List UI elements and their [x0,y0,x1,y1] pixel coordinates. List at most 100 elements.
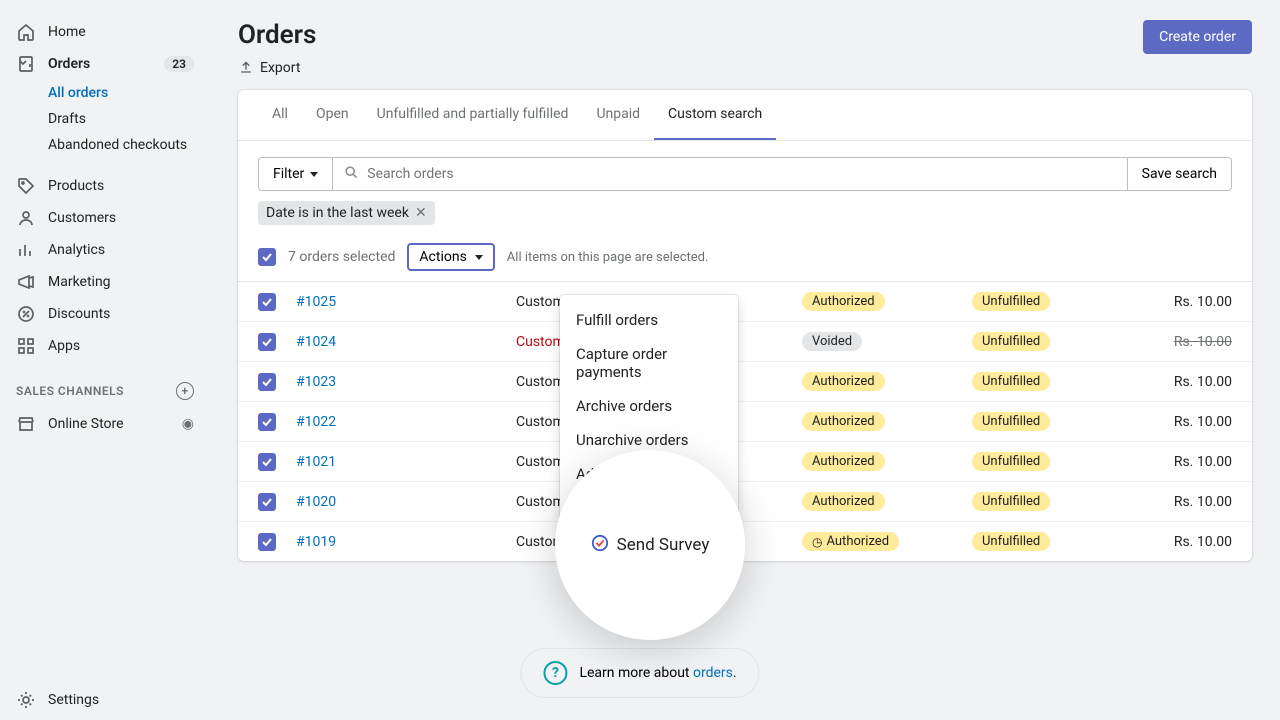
discount-icon [16,304,36,324]
row-checkbox[interactable] [258,453,276,471]
tab-open[interactable]: Open [302,90,363,140]
megaphone-icon [16,272,36,292]
tab-all[interactable]: All [258,90,302,140]
nav-marketing-label: Marketing [48,274,111,290]
fulfillment-status: Unfulfilled [972,292,1050,311]
nav-settings[interactable]: Settings [0,680,210,720]
table-row[interactable]: #1019CustomerAuthorizedUnfulfilledRs. 10… [238,522,1252,561]
nav-products[interactable]: Products [0,170,210,202]
order-amount: Rs. 10.00 [1142,494,1232,510]
learn-more-link[interactable]: orders [693,665,733,681]
sub-abandoned[interactable]: Abandoned checkouts [0,132,210,158]
order-id[interactable]: #1022 [296,414,366,430]
chip-remove-icon[interactable]: ✕ [415,205,427,221]
tab-unpaid[interactable]: Unpaid [582,90,654,140]
order-amount: Rs. 10.00 [1142,334,1232,350]
search-box[interactable] [333,157,1126,191]
order-id[interactable]: #1024 [296,334,366,350]
table-row[interactable]: #1025CustomerAuthorizedUnfulfilledRs. 10… [238,282,1252,322]
export-icon [238,60,254,76]
row-checkbox[interactable] [258,293,276,311]
row-checkbox[interactable] [258,373,276,391]
fulfillment-status: Unfulfilled [972,332,1050,351]
table-row[interactable]: #1022CustomerAuthorizedUnfulfilledRs. 10… [238,402,1252,442]
nav-customers-label: Customers [48,210,116,226]
order-amount: Rs. 10.00 [1142,534,1232,550]
nav-analytics-label: Analytics [48,242,105,258]
nav-analytics[interactable]: Analytics [0,234,210,266]
order-id[interactable]: #1020 [296,494,366,510]
zoom-bubble: Send Survey [555,450,745,640]
nav-online-store[interactable]: Online Store ◉ [0,408,210,440]
dropdown-archive[interactable]: Archive orders [560,389,738,423]
table-row[interactable]: #1024CustomerVoidedUnfulfilledRs. 10.00 [238,322,1252,362]
apps-icon [16,336,36,356]
order-id[interactable]: #1023 [296,374,366,390]
fulfillment-status: Unfulfilled [972,372,1050,391]
nav-settings-label: Settings [48,692,99,708]
fulfillment-status: Unfulfilled [972,532,1050,551]
row-checkbox[interactable] [258,533,276,551]
tab-unfulfilled[interactable]: Unfulfilled and partially fulfilled [363,90,583,140]
sales-channels-header: SALES CHANNELS + [0,362,210,408]
zoom-text[interactable]: Send Survey [617,535,710,555]
payment-status: Authorized [802,412,885,431]
add-channel-icon[interactable]: + [176,382,194,400]
store-icon [16,414,36,434]
table-row[interactable]: #1021CustomerAuthorizedUnfulfilledRs. 10… [238,442,1252,482]
help-icon: ? [543,661,567,685]
save-search-button[interactable]: Save search [1127,157,1232,191]
search-input[interactable] [363,158,1116,190]
nav-apps-label: Apps [48,338,80,354]
filter-button[interactable]: Filter [258,157,333,191]
nav-home-label: Home [48,24,86,40]
order-id[interactable]: #1025 [296,294,366,310]
filter-chip[interactable]: Date is in the last week ✕ [258,201,435,225]
sub-all-orders[interactable]: All orders [0,80,210,106]
dropdown-fulfill[interactable]: Fulfill orders [560,303,738,337]
caret-down-icon [310,172,318,177]
select-all-checkbox[interactable] [258,248,276,266]
payment-status: Voided [802,332,862,351]
create-order-button[interactable]: Create order [1143,20,1252,54]
eye-icon[interactable]: ◉ [182,416,194,432]
nav-orders-label: Orders [48,56,90,72]
dropdown-capture[interactable]: Capture order payments [560,337,738,389]
home-icon [16,22,36,42]
order-id[interactable]: #1021 [296,454,366,470]
nav-customers[interactable]: Customers [0,202,210,234]
row-checkbox[interactable] [258,333,276,351]
nav-marketing[interactable]: Marketing [0,266,210,298]
order-id[interactable]: #1019 [296,534,366,550]
export-button[interactable]: Export [238,60,1252,76]
table-row[interactable]: #1023CustomerAuthorizedUnfulfilledRs. 10… [238,362,1252,402]
payment-status: Authorized [802,532,899,551]
fulfillment-status: Unfulfilled [972,452,1050,471]
payment-status: Authorized [802,372,885,391]
page-title: Orders [238,20,316,50]
nav-orders[interactable]: Orders 23 [0,48,210,80]
row-checkbox[interactable] [258,493,276,511]
actions-button[interactable]: Actions [407,243,494,271]
fulfillment-status: Unfulfilled [972,492,1050,511]
nav-discounts-label: Discounts [48,306,110,322]
sidebar: Home Orders 23 All orders Drafts Abandon… [0,0,210,720]
nav-apps[interactable]: Apps [0,330,210,362]
selected-count: 7 orders selected [288,249,395,265]
nav-discounts[interactable]: Discounts [0,298,210,330]
nav-home[interactable]: Home [0,16,210,48]
orders-icon [16,54,36,74]
order-amount: Rs. 10.00 [1142,294,1232,310]
sub-drafts[interactable]: Drafts [0,106,210,132]
person-icon [16,208,36,228]
tag-icon [16,176,36,196]
row-checkbox[interactable] [258,413,276,431]
nav-online-store-label: Online Store [48,416,124,432]
search-icon [343,164,359,184]
fulfillment-status: Unfulfilled [972,412,1050,431]
payment-status: Authorized [802,292,885,311]
table-row[interactable]: #1020CustomerAuthorizedUnfulfilledRs. 10… [238,482,1252,522]
tab-custom[interactable]: Custom search [654,90,776,140]
main: Orders Create order Export All Open Unfu… [210,0,1280,720]
analytics-icon [16,240,36,260]
